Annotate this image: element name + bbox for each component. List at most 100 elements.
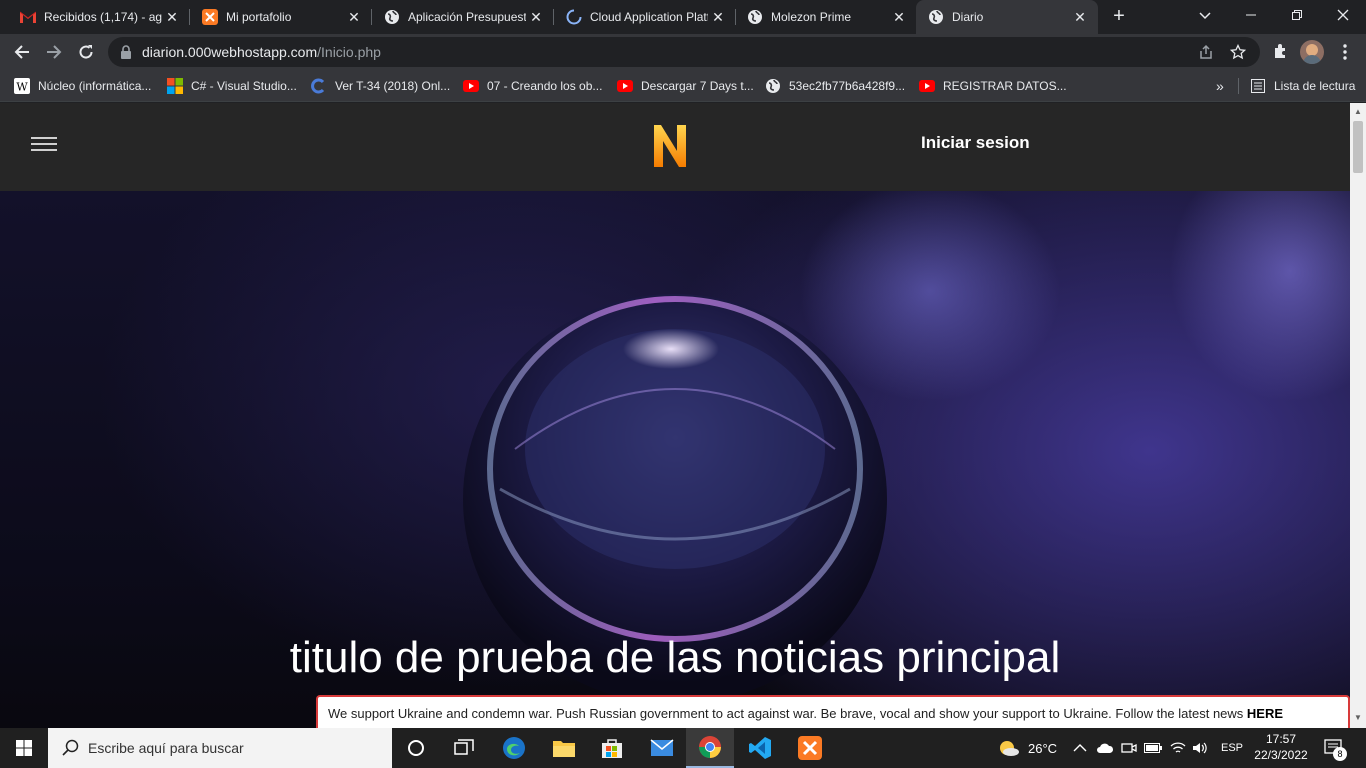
vscode-icon <box>749 737 771 759</box>
clock-date: 22/3/2022 <box>1254 748 1308 762</box>
restore-button[interactable] <box>1274 0 1320 30</box>
tab-presupuesto[interactable]: Aplicación Presupuest ✕ <box>364 0 554 34</box>
hamburger-menu-icon[interactable] <box>31 137 57 153</box>
site-logo[interactable] <box>652 123 688 169</box>
tab-title: Molezon Prime <box>771 10 852 24</box>
login-link[interactable]: Iniciar sesion <box>921 133 1030 153</box>
search-icon <box>62 739 79 756</box>
bookmark-item[interactable]: Descargar 7 Days t... <box>617 76 754 96</box>
extensions-icon[interactable] <box>1271 43 1289 61</box>
volume-button[interactable] <box>1192 728 1208 768</box>
bookmark-label: 07 - Creando los ob... <box>487 79 603 93</box>
close-tab-icon[interactable]: ✕ <box>1072 9 1088 25</box>
speaker-icon <box>1193 742 1207 754</box>
notifications-button[interactable]: 8 <box>1324 728 1347 768</box>
taskbar-search[interactable]: Escribe aquí para buscar <box>48 728 392 768</box>
close-tab-icon[interactable]: ✕ <box>164 9 180 25</box>
tab-diario[interactable]: Diario ✕ <box>916 0 1098 34</box>
tab-title: Mi portafolio <box>226 10 292 24</box>
globe-icon <box>928 9 944 25</box>
scroll-down-arrow-icon[interactable]: ▼ <box>1354 713 1362 722</box>
url-domain: diarion.000webhostapp.com <box>142 44 318 60</box>
mail-icon <box>650 739 674 756</box>
youtube-icon <box>463 78 479 94</box>
network-button[interactable] <box>1170 728 1186 768</box>
mail-button[interactable] <box>638 728 686 768</box>
xampp-button[interactable] <box>786 728 834 768</box>
bookmark-item[interactable]: Ver T-34 (2018) Onl... <box>311 76 450 96</box>
forward-button[interactable] <box>40 38 68 66</box>
bookmarks-overflow-button[interactable]: » <box>1216 76 1224 96</box>
reload-icon <box>79 45 93 59</box>
start-button[interactable] <box>0 728 48 768</box>
minimize-button[interactable] <box>1228 0 1274 30</box>
menu-kebab-icon[interactable] <box>1336 43 1354 61</box>
bookmark-star-icon[interactable] <box>1230 44 1246 60</box>
cortana-button[interactable] <box>392 728 440 768</box>
show-hidden-icons-button[interactable] <box>1073 728 1087 768</box>
site-header: Iniciar sesion <box>0 103 1350 191</box>
bookmark-item[interactable]: REGISTRAR DATOS... <box>919 76 1067 96</box>
language-label: ESP <box>1221 742 1244 754</box>
bookmark-item[interactable]: 07 - Creando los ob... <box>463 76 602 96</box>
close-tab-icon[interactable]: ✕ <box>346 9 362 25</box>
battery-button[interactable] <box>1144 728 1162 768</box>
bookmark-label: Ver T-34 (2018) Onl... <box>335 79 451 93</box>
task-view-icon <box>454 739 474 755</box>
bookmark-label: C# - Visual Studio... <box>191 79 297 93</box>
system-clock[interactable]: 17:57 22/3/2022 <box>1248 731 1314 763</box>
vscode-button[interactable] <box>736 728 784 768</box>
share-icon[interactable] <box>1198 44 1214 60</box>
task-view-button[interactable] <box>440 728 488 768</box>
input-language-button[interactable]: ESP <box>1221 728 1243 768</box>
bookmark-label: REGISTRAR DATOS... <box>943 79 1067 93</box>
onedrive-button[interactable] <box>1096 728 1114 768</box>
tab-cloud[interactable]: Cloud Application Platf ✕ <box>546 0 736 34</box>
tab-portafolio[interactable]: Mi portafolio ✕ <box>182 0 372 34</box>
banner-link[interactable]: HERE <box>1247 706 1283 721</box>
reading-list-icon <box>1250 78 1266 94</box>
file-explorer-button[interactable] <box>540 728 588 768</box>
svg-text:W: W <box>16 81 28 94</box>
main-headline[interactable]: titulo de prueba de las noticias princip… <box>0 633 1350 683</box>
store-button[interactable] <box>588 728 636 768</box>
weather-temp: 26°C <box>1028 740 1058 756</box>
bookmark-item[interactable]: W Núcleo (informática... <box>14 76 151 96</box>
banner-message: We support Ukraine and condemn war. Push… <box>328 706 1247 721</box>
profile-avatar[interactable] <box>1300 40 1324 64</box>
lock-icon[interactable] <box>120 45 132 59</box>
close-tab-icon[interactable]: ✕ <box>528 9 544 25</box>
youtube-icon <box>617 78 633 94</box>
reload-button[interactable] <box>72 38 100 66</box>
back-button[interactable] <box>8 38 36 66</box>
bookmark-item[interactable]: 53ec2fb77b6a428f9... <box>765 76 905 96</box>
hero-banner: titulo de prueba de las noticias princip… <box>0 191 1350 728</box>
notification-count-badge: 8 <box>1333 747 1347 761</box>
scrollbar-thumb[interactable] <box>1353 121 1363 173</box>
store-icon <box>602 739 622 758</box>
close-tab-icon[interactable]: ✕ <box>710 9 726 25</box>
ukraine-notice-banner: We support Ukraine and condemn war. Push… <box>316 695 1350 728</box>
microsoft-icon <box>167 78 183 94</box>
clock-time: 17:57 <box>1265 732 1297 746</box>
tab-gmail[interactable]: Recibidos (1,174) - agu ✕ <box>0 0 190 34</box>
back-arrow-icon <box>14 45 29 59</box>
bookmarks-divider <box>1238 78 1239 94</box>
reading-list-button[interactable]: Lista de lectura <box>1250 76 1355 96</box>
globe-icon <box>384 9 400 25</box>
chrome-button[interactable] <box>686 728 734 768</box>
url-text[interactable]: diarion.000webhostapp.com/Inicio.php <box>142 44 381 60</box>
new-tab-button[interactable]: + <box>1108 6 1130 28</box>
edge-button[interactable] <box>490 728 538 768</box>
scroll-up-arrow-icon[interactable]: ▲ <box>1354 107 1362 116</box>
meet-now-button[interactable] <box>1121 728 1137 768</box>
bookmark-label: 53ec2fb77b6a428f9... <box>789 79 906 93</box>
address-bar[interactable]: diarion.000webhostapp.com/Inicio.php <box>108 37 1260 67</box>
tab-search-icon[interactable] <box>1182 0 1228 30</box>
weather-widget[interactable]: 26°C <box>998 728 1057 768</box>
close-window-button[interactable] <box>1320 0 1366 30</box>
close-tab-icon[interactable]: ✕ <box>891 9 907 25</box>
page-scrollbar[interactable]: ▲ ▼ <box>1350 103 1366 728</box>
bookmark-item[interactable]: C# - Visual Studio... <box>167 76 297 96</box>
tab-molezon[interactable]: Molezon Prime ✕ <box>727 0 917 34</box>
